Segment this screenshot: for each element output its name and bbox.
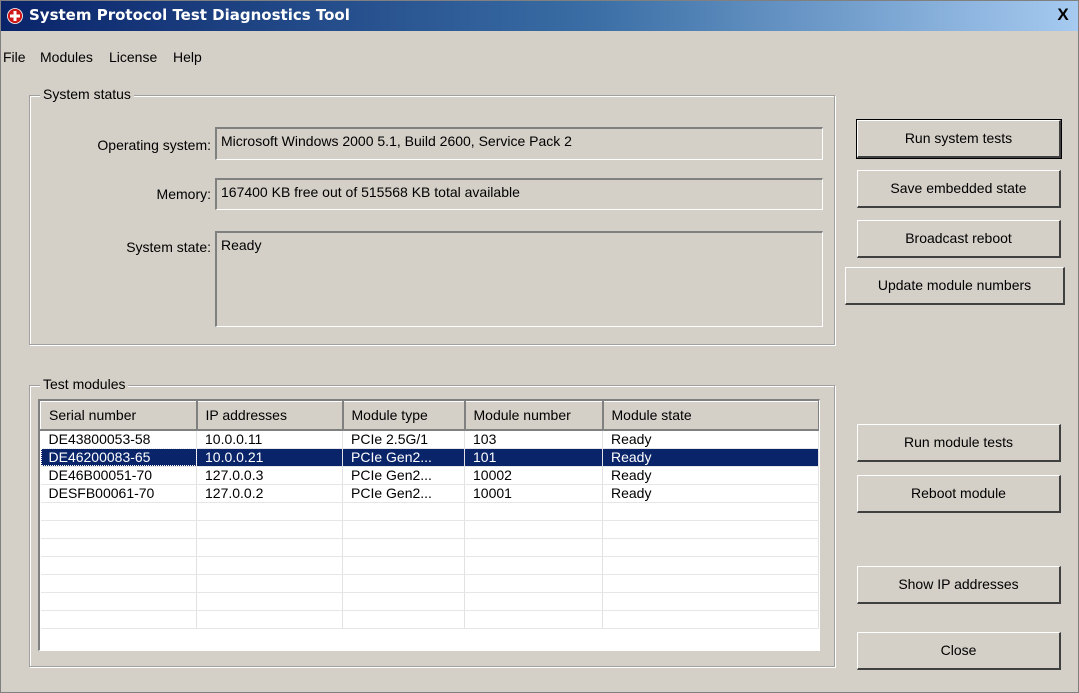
cell-module-state: Ready bbox=[602, 466, 819, 485]
cell-module-type: PCIe Gen2... bbox=[342, 484, 465, 503]
memory-label: Memory: bbox=[156, 186, 211, 202]
cell-module-type: PCIe 2.5G/1 bbox=[342, 429, 465, 449]
window-title: System Protocol Test Diagnostics Tool bbox=[29, 6, 350, 24]
menu-file[interactable]: File bbox=[3, 49, 26, 65]
system-state-field: Ready bbox=[215, 231, 823, 327]
save-embedded-state-label: Save embedded state bbox=[890, 180, 1027, 196]
memory-field: 167400 KB free out of 515568 KB total av… bbox=[215, 178, 823, 210]
cell-module-number: 10002 bbox=[464, 466, 603, 485]
cell-serial-number: DE46B00051-70 bbox=[40, 466, 197, 485]
cell-serial-number: DESFB00061-70 bbox=[40, 484, 197, 503]
table-row-selected[interactable]: DE46200083-65 10.0.0.21 PCIe Gen2... 101… bbox=[40, 448, 819, 467]
cell-module-type: PCIe Gen2... bbox=[342, 466, 465, 485]
run-system-tests-button[interactable]: Run system tests bbox=[856, 119, 1062, 159]
empty-row bbox=[40, 520, 819, 539]
cell-module-type: PCIe Gen2... bbox=[342, 448, 465, 467]
os-field: Microsoft Windows 2000 5.1, Build 2600, … bbox=[215, 127, 823, 160]
cell-module-number: 10001 bbox=[464, 484, 603, 503]
column-header-module-state[interactable]: Module state bbox=[602, 401, 819, 431]
test-modules-table: Serial number IP addresses Module type M… bbox=[40, 401, 819, 629]
table-row[interactable]: DE46B00051-70 127.0.0.3 PCIe Gen2... 100… bbox=[40, 466, 819, 485]
menu-help[interactable]: Help bbox=[173, 49, 202, 65]
table-row[interactable]: DE43800053-58 10.0.0.11 PCIe 2.5G/1 103 … bbox=[40, 429, 819, 449]
menu-bar: File Modules License Help bbox=[1, 45, 1078, 67]
os-label: Operating system: bbox=[97, 137, 211, 153]
cell-ip-address: 127.0.0.2 bbox=[196, 484, 343, 503]
cell-serial-number: DE46200083-65 bbox=[40, 448, 197, 467]
broadcast-reboot-label: Broadcast reboot bbox=[905, 230, 1012, 246]
system-state-label: System state: bbox=[126, 239, 211, 255]
close-label: Close bbox=[940, 642, 977, 658]
empty-row bbox=[40, 574, 819, 593]
cell-module-state: Ready bbox=[602, 429, 819, 449]
save-embedded-state-button[interactable]: Save embedded state bbox=[857, 170, 1061, 208]
column-header-serial-number[interactable]: Serial number bbox=[40, 401, 198, 431]
column-header-ip-addresses[interactable]: IP addresses bbox=[196, 401, 344, 431]
table-row[interactable]: DESFB00061-70 127.0.0.2 PCIe Gen2... 100… bbox=[40, 484, 819, 503]
run-module-tests-label: Run module tests bbox=[904, 434, 1013, 450]
cell-ip-address: 127.0.0.3 bbox=[196, 466, 343, 485]
cell-serial-number: DE43800053-58 bbox=[40, 429, 197, 449]
system-status-legend: System status bbox=[40, 86, 134, 102]
menu-license[interactable]: License bbox=[109, 49, 157, 65]
update-module-numbers-button[interactable]: Update module numbers bbox=[845, 267, 1065, 305]
close-button[interactable]: Close bbox=[857, 632, 1061, 670]
test-modules-list[interactable]: Serial number IP addresses Module type M… bbox=[38, 399, 820, 651]
cell-ip-address: 10.0.0.21 bbox=[196, 448, 343, 467]
show-ip-addresses-label: Show IP addresses bbox=[898, 576, 1019, 592]
table-header-row: Serial number IP addresses Module type M… bbox=[40, 401, 819, 431]
reboot-module-button[interactable]: Reboot module bbox=[857, 475, 1061, 513]
close-window-button[interactable]: X bbox=[1052, 4, 1074, 26]
cell-module-number: 103 bbox=[464, 429, 603, 449]
test-modules-legend: Test modules bbox=[40, 376, 129, 392]
reboot-module-label: Reboot module bbox=[911, 485, 1006, 501]
empty-row bbox=[40, 538, 819, 557]
column-header-module-number[interactable]: Module number bbox=[464, 401, 604, 431]
cell-ip-address: 10.0.0.11 bbox=[196, 429, 343, 449]
title-bar[interactable]: System Protocol Test Diagnostics Tool X bbox=[1, 1, 1078, 31]
empty-row bbox=[40, 556, 819, 575]
empty-row bbox=[40, 592, 819, 611]
update-module-numbers-label: Update module numbers bbox=[877, 277, 1032, 293]
run-module-tests-button[interactable]: Run module tests bbox=[857, 424, 1061, 462]
broadcast-reboot-button[interactable]: Broadcast reboot bbox=[857, 220, 1061, 258]
empty-row bbox=[40, 610, 819, 629]
cell-module-state: Ready bbox=[602, 448, 819, 467]
run-system-tests-label: Run system tests bbox=[904, 130, 1013, 146]
main-window: System Protocol Test Diagnostics Tool X … bbox=[0, 0, 1079, 693]
menu-modules[interactable]: Modules bbox=[40, 49, 93, 65]
empty-row bbox=[40, 502, 819, 521]
cell-module-state: Ready bbox=[602, 484, 819, 503]
red-cross-icon bbox=[7, 8, 23, 24]
cell-module-number: 101 bbox=[464, 448, 603, 467]
show-ip-addresses-button[interactable]: Show IP addresses bbox=[857, 566, 1061, 604]
column-header-module-type[interactable]: Module type bbox=[342, 401, 466, 431]
